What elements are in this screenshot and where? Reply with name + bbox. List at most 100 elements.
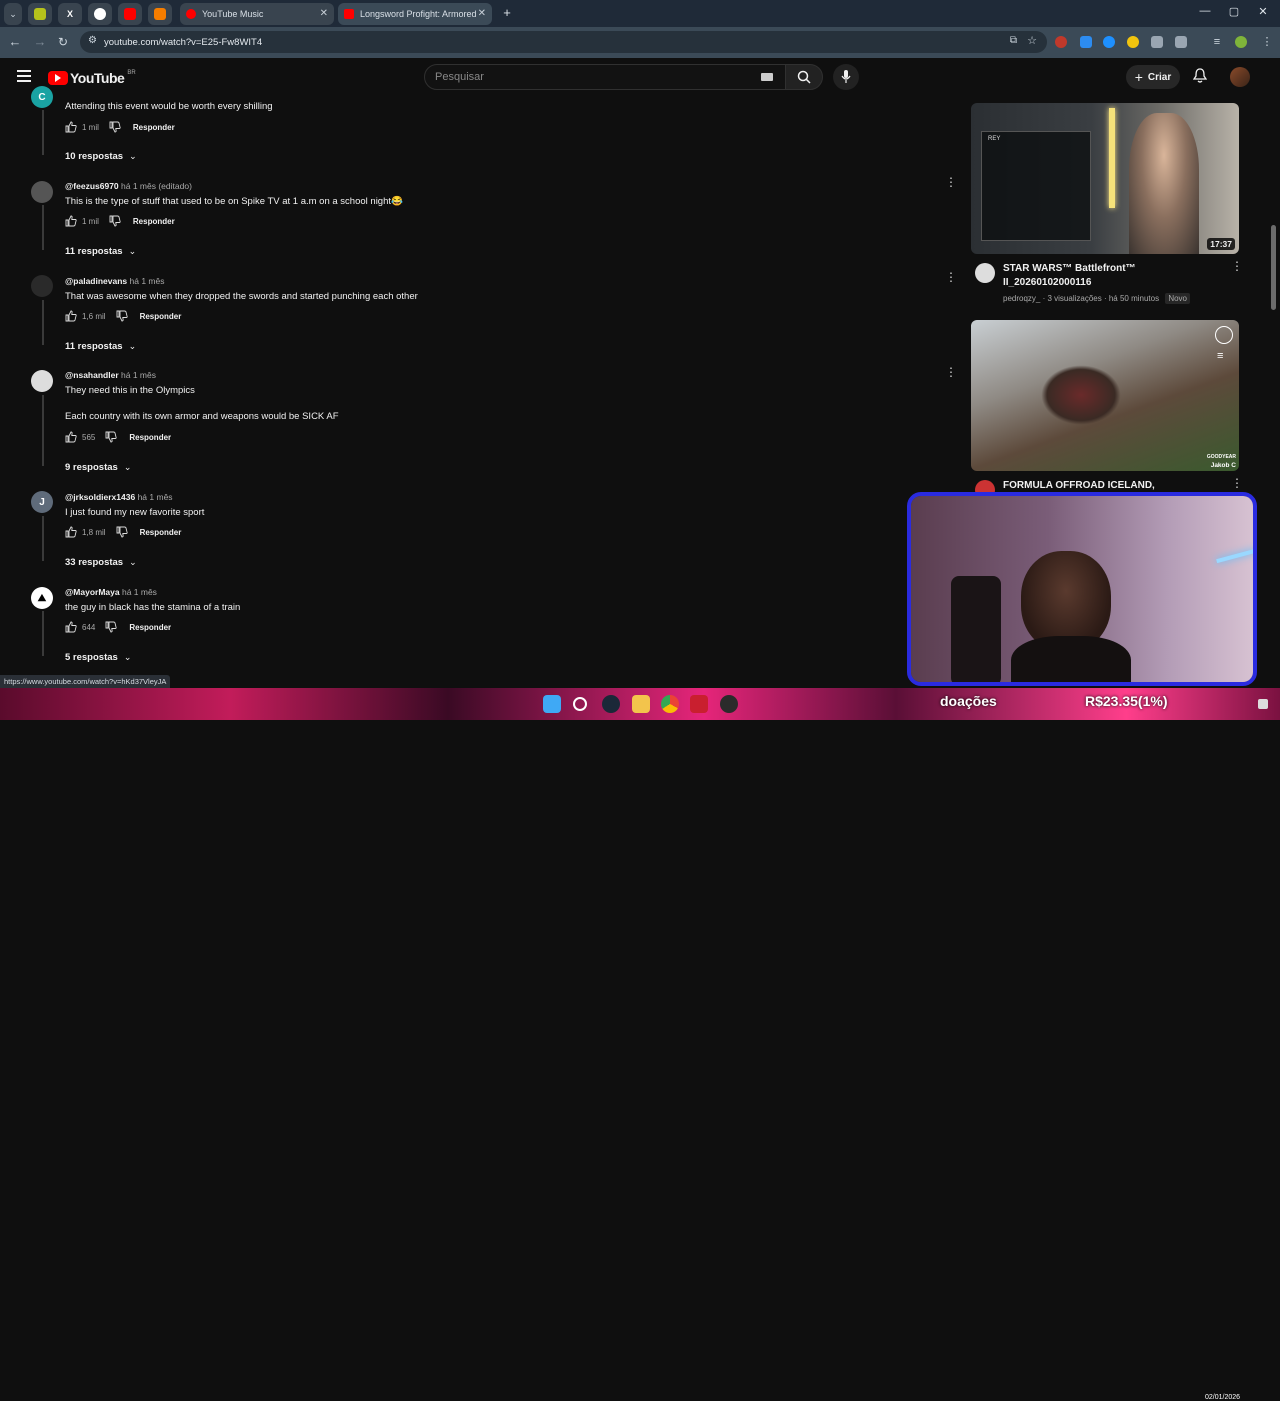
avatar[interactable]: [31, 370, 53, 392]
close-tab-icon[interactable]: ✕: [478, 8, 486, 19]
reply-button[interactable]: Responder: [140, 312, 182, 321]
reply-button[interactable]: Responder: [129, 433, 171, 442]
comment-author[interactable]: @nsahandler: [65, 370, 119, 380]
avatar[interactable]: J: [31, 491, 53, 513]
minimize-button[interactable]: —: [1196, 5, 1214, 17]
view-replies-button[interactable]: 10 respostas ⌄: [65, 151, 137, 162]
windows-start-icon[interactable]: [543, 695, 561, 713]
app-icon[interactable]: [690, 695, 708, 713]
reload-icon[interactable]: ↻: [56, 35, 70, 49]
comment-time[interactable]: há 1 mês: [121, 370, 156, 380]
site-info-icon[interactable]: ⚙: [88, 35, 97, 46]
forward-icon[interactable]: →: [33, 35, 47, 49]
comment-author[interactable]: @jrksoldierx1436: [65, 492, 135, 502]
thumbs-down-icon[interactable]: [116, 526, 128, 538]
search-button[interactable]: [785, 64, 823, 90]
user-avatar[interactable]: [1230, 67, 1250, 87]
extension-icon[interactable]: [1127, 36, 1139, 48]
pinned-tab-1[interactable]: [28, 3, 52, 25]
view-replies-button[interactable]: 11 respostas ⌄: [65, 246, 136, 257]
install-icon[interactable]: ⧉: [1010, 35, 1017, 46]
thumbs-up-icon[interactable]: [65, 621, 77, 633]
comment-menu-icon[interactable]: ⋮: [945, 366, 957, 378]
add-to-queue-icon[interactable]: ≡: [1217, 350, 1233, 362]
avatar[interactable]: C: [31, 86, 53, 108]
maximize-button[interactable]: ▢: [1225, 5, 1243, 18]
file-explorer-icon[interactable]: [632, 695, 650, 713]
thumbs-down-icon[interactable]: [109, 121, 121, 133]
tab-active-video[interactable]: Longsword Profight: Armored ✕: [338, 3, 492, 25]
notifications-bell-icon[interactable]: [1192, 68, 1208, 89]
translate-icon[interactable]: [1151, 36, 1163, 48]
extension-icon[interactable]: [1103, 36, 1115, 48]
comment-menu-icon[interactable]: ⋮: [945, 176, 957, 188]
thumbs-up-icon[interactable]: [65, 310, 77, 322]
tab-youtube-music[interactable]: YouTube Music ✕: [180, 3, 334, 25]
thumbs-up-icon[interactable]: [65, 215, 77, 227]
comment-time[interactable]: há 1 mês: [138, 492, 173, 502]
keyboard-icon[interactable]: [761, 73, 773, 81]
reply-button[interactable]: Responder: [133, 217, 175, 226]
reply-button[interactable]: Responder: [140, 528, 182, 537]
new-tab-button[interactable]: +: [498, 5, 516, 20]
watch-later-icon[interactable]: [1215, 326, 1233, 344]
video-menu-icon[interactable]: ⋮: [1231, 477, 1243, 489]
chrome-icon[interactable]: [661, 695, 679, 713]
youtube-logo[interactable]: YouTube BR: [48, 70, 136, 86]
video-title[interactable]: STAR WARS™ Battlefront™ II_2026010200011…: [1003, 262, 1203, 290]
address-bar[interactable]: ⚙ youtube.com/watch?v=E25-Fw8WIT4 ⧉ ☆: [80, 31, 1047, 53]
close-window-button[interactable]: ✕: [1254, 5, 1272, 18]
comment-menu-icon[interactable]: ⋮: [945, 271, 957, 283]
close-tab-icon[interactable]: ✕: [320, 8, 328, 19]
steam-icon[interactable]: [602, 695, 620, 713]
view-replies-button[interactable]: 11 respostas ⌄: [65, 341, 136, 352]
comment-time[interactable]: há 1 mês (editado): [121, 181, 192, 191]
thumbs-down-icon[interactable]: [105, 431, 117, 443]
comment-author[interactable]: @paladinevans: [65, 276, 127, 286]
avatar[interactable]: [31, 181, 53, 203]
thumbs-up-icon[interactable]: [65, 431, 77, 443]
video-menu-icon[interactable]: ⋮: [1231, 260, 1243, 272]
thumbs-up-icon[interactable]: [65, 526, 77, 538]
reply-button[interactable]: Responder: [133, 123, 175, 132]
obs-icon[interactable]: [720, 695, 738, 713]
extension-icon[interactable]: [1080, 36, 1092, 48]
tab-search-menu[interactable]: ⌄: [4, 3, 22, 25]
comment-author[interactable]: @feezus6970: [65, 181, 119, 191]
reply-button[interactable]: Responder: [129, 623, 171, 632]
reading-list-icon[interactable]: ≡: [1210, 35, 1224, 49]
browser-menu-icon[interactable]: ⋮: [1260, 35, 1274, 49]
bookmark-star-icon[interactable]: ☆: [1027, 34, 1037, 47]
channel-avatar[interactable]: [975, 263, 995, 283]
search-icon[interactable]: [573, 697, 587, 711]
puzzle-icon[interactable]: [1175, 36, 1187, 48]
voice-search-button[interactable]: [833, 64, 859, 90]
search-input[interactable]: Pesquisar: [424, 64, 786, 90]
extension-icon[interactable]: [1055, 36, 1067, 48]
view-replies-button[interactable]: 9 respostas ⌄: [65, 462, 131, 473]
page-scrollbar[interactable]: [1271, 225, 1276, 310]
view-replies-button[interactable]: 33 respostas ⌄: [65, 557, 137, 568]
back-icon[interactable]: ←: [8, 35, 22, 49]
pinned-tab-google[interactable]: [88, 3, 112, 25]
menu-icon[interactable]: [17, 70, 31, 82]
view-replies-button[interactable]: 5 respostas ⌄: [65, 652, 131, 663]
video-thumbnail[interactable]: REY 17:37: [971, 103, 1239, 254]
profile-avatar[interactable]: [1235, 36, 1247, 48]
thumbs-down-icon[interactable]: [105, 621, 117, 633]
comment-author[interactable]: @MayorMaya: [65, 587, 120, 597]
pinned-tab-youtube[interactable]: [118, 3, 142, 25]
video-thumbnail[interactable]: ≡ GOODYEAR Jakob C: [971, 320, 1239, 471]
pinned-tab-x[interactable]: X: [58, 3, 82, 25]
thumbs-up-icon[interactable]: [65, 121, 77, 133]
comment-time[interactable]: há 1 mês: [130, 276, 165, 286]
avatar[interactable]: ⛰: [31, 587, 53, 609]
thumbs-down-icon[interactable]: [116, 310, 128, 322]
comment-time[interactable]: há 1 mês: [122, 587, 157, 597]
avatar[interactable]: [31, 275, 53, 297]
channel-name[interactable]: pedroqzy_: [1003, 294, 1040, 303]
notification-icon[interactable]: [1258, 699, 1268, 709]
pinned-tab-blogger[interactable]: [148, 3, 172, 25]
create-button[interactable]: + Criar: [1126, 65, 1180, 89]
thumbs-down-icon[interactable]: [109, 215, 121, 227]
